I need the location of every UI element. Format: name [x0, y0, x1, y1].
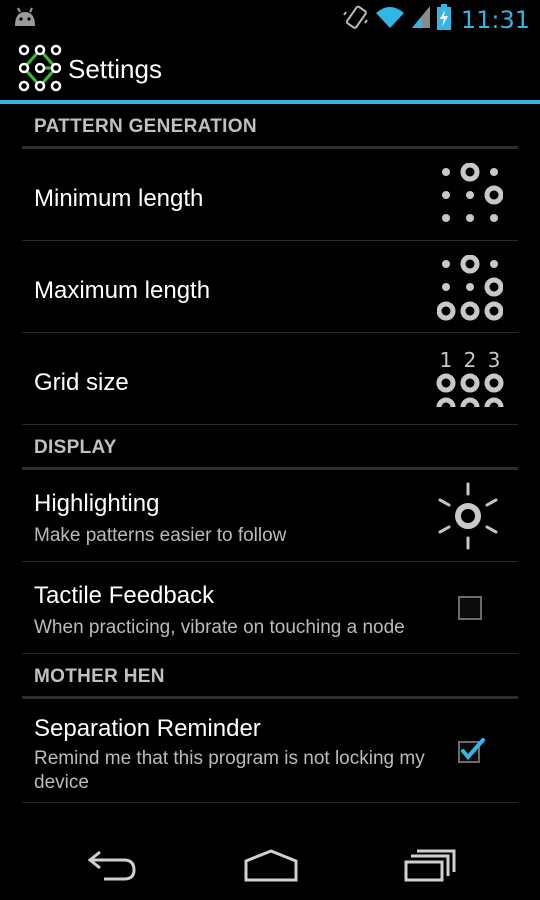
grid-size-icon: 1 2 3: [434, 348, 504, 417]
category-label: DISPLAY: [34, 437, 117, 458]
page-title: Settings: [68, 54, 162, 84]
recent-apps-icon[interactable]: [403, 848, 457, 887]
grid-digit-1: 1: [440, 349, 453, 372]
back-icon[interactable]: [86, 848, 138, 887]
category-mother-hen: MOTHER HEN: [22, 654, 518, 699]
separation-reminder-checkbox[interactable]: [456, 737, 486, 770]
pref-tactile-feedback[interactable]: Tactile Feedback When practicing, vibrat…: [22, 562, 518, 654]
pref-separation-reminder[interactable]: Separation Reminder Remind me that this …: [22, 699, 518, 803]
pref-title: Maximum length: [34, 277, 211, 304]
category-display: DISPLAY: [22, 425, 518, 470]
category-label: MOTHER HEN: [34, 666, 165, 687]
wifi-icon: [375, 5, 405, 34]
action-bar: Settings: [0, 36, 540, 104]
signal-icon: [411, 5, 431, 34]
pattern-max-length-icon: [436, 254, 504, 326]
pref-summary: When practicing, vibrate on touching a n…: [34, 617, 405, 638]
category-pattern-generation: PATTERN GENERATION: [22, 104, 518, 149]
pattern-grid-app-icon[interactable]: [16, 44, 64, 97]
pref-title: Highlighting: [34, 490, 160, 517]
pref-summary: Make patterns easier to follow: [34, 525, 287, 546]
pref-title: Grid size: [34, 369, 129, 396]
grid-digit-2: 2: [464, 349, 477, 372]
pref-minimum-length[interactable]: Minimum length: [22, 149, 518, 241]
android-debug-icon: [12, 6, 38, 33]
category-label: PATTERN GENERATION: [34, 116, 257, 137]
tactile-feedback-checkbox[interactable]: [458, 596, 482, 620]
pref-title: Tactile Feedback: [34, 582, 215, 609]
clock: 11:31: [460, 5, 530, 34]
pref-grid-size[interactable]: Grid size 1 2 3: [22, 333, 518, 425]
vibrate-icon: [342, 4, 369, 35]
grid-digit-3: 3: [488, 349, 501, 372]
pref-highlighting[interactable]: Highlighting Make patterns easier to fol…: [22, 470, 518, 562]
battery-charging-icon: [436, 4, 451, 35]
navigation-bar: [0, 820, 540, 900]
settings-list: PATTERN GENERATION Minimum length Maximu…: [0, 104, 540, 803]
pref-title: Minimum length: [34, 185, 204, 212]
pattern-min-length-icon: [437, 162, 504, 230]
pref-title: Separation Reminder: [34, 715, 261, 742]
sun-icon: [435, 480, 501, 557]
home-icon[interactable]: [243, 848, 299, 887]
pref-maximum-length[interactable]: Maximum length: [22, 241, 518, 333]
status-bar: 11:31: [0, 0, 540, 36]
pref-summary: Remind me that this program is not locki…: [34, 748, 425, 793]
